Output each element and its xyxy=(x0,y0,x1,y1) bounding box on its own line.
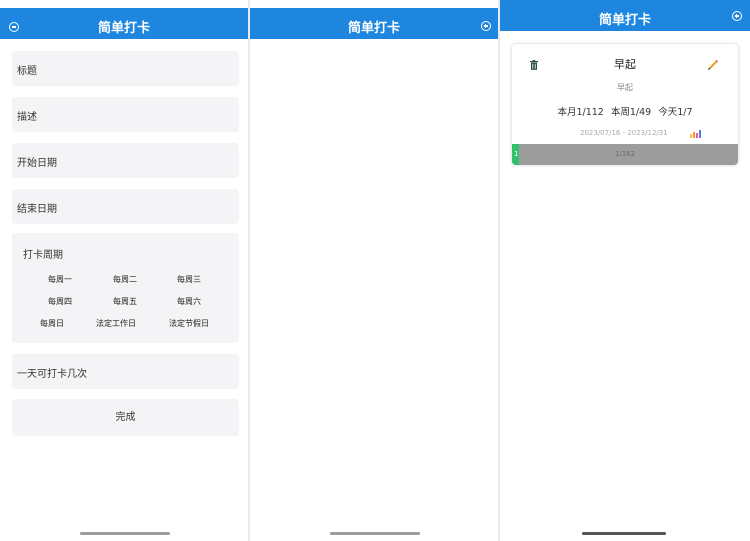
app-title: 简单打卡 xyxy=(347,21,400,36)
home-indicator xyxy=(330,532,420,535)
top-app-bar: 简单打卡 xyxy=(0,8,248,39)
habit-description: 早起 xyxy=(617,83,633,92)
habit-card[interactable]: 早起 早起 本月1/112 本周1/49 今天1/7 2023/07/16 - … xyxy=(512,44,738,165)
description-field[interactable]: 描述 xyxy=(12,97,239,132)
period-selector: 打卡周期 每周一 每周二 每周三 每周四 每周五 每周六 每周日 法定工作日 法… xyxy=(12,233,239,343)
habit-title: 早起 xyxy=(614,58,636,71)
plus-circle-icon[interactable] xyxy=(481,21,491,31)
end-date-field[interactable]: 结束日期 xyxy=(12,189,239,224)
top-app-bar: 简单打卡 xyxy=(500,0,750,31)
period-option-thu[interactable]: 每周四 xyxy=(48,296,72,307)
screen-empty-list: 简单打卡 xyxy=(250,0,498,541)
plus-circle-icon[interactable] xyxy=(732,11,742,21)
screen-create-form: 简单打卡 标题 描述 开始日期 结束日期 打卡周期 每周一 每周二 每周三 每周… xyxy=(0,0,248,541)
period-option-sat[interactable]: 每周六 xyxy=(177,296,201,307)
done-button-label: 完成 xyxy=(115,412,136,423)
top-app-bar: 简单打卡 xyxy=(250,8,498,39)
app-title: 简单打卡 xyxy=(598,13,651,28)
period-option-holiday[interactable]: 法定节假日 xyxy=(169,318,209,329)
screen-habit-list: 简单打卡 早起 早起 本月1/112 本周1/49 今天1/7 2023/07/… xyxy=(500,0,750,541)
pencil-icon[interactable] xyxy=(707,59,719,71)
home-indicator xyxy=(582,532,666,535)
period-option-wed[interactable]: 每周三 xyxy=(177,274,201,285)
period-option-sun[interactable]: 每周日 xyxy=(40,318,64,329)
start-date-field-label: 开始日期 xyxy=(17,158,57,169)
period-option-tue[interactable]: 每周二 xyxy=(113,274,137,285)
minus-circle-icon[interactable] xyxy=(9,22,19,32)
home-indicator xyxy=(80,532,170,535)
week-count: 本周1/49 xyxy=(610,107,652,118)
progress-text: 1/162 xyxy=(614,150,636,158)
habit-date-range: 2023/07/16 - 2023/12/31 xyxy=(580,129,668,137)
period-option-mon[interactable]: 每周一 xyxy=(48,274,72,285)
title-field-label: 标题 xyxy=(17,66,37,77)
end-date-field-label: 结束日期 xyxy=(17,204,57,215)
times-per-day-field-label: 一天可打卡几次 xyxy=(17,369,87,380)
start-date-field[interactable]: 开始日期 xyxy=(12,143,239,178)
period-option-workday[interactable]: 法定工作日 xyxy=(96,318,136,329)
description-field-label: 描述 xyxy=(17,112,37,123)
app-title: 简单打卡 xyxy=(97,21,150,36)
habit-progress-bar: 1 1/162 xyxy=(512,144,738,165)
bar-chart-icon[interactable] xyxy=(690,129,702,138)
month-count: 本月1/112 xyxy=(557,107,604,118)
times-per-day-field[interactable]: 一天可打卡几次 xyxy=(12,354,239,389)
period-option-fri[interactable]: 每周五 xyxy=(113,296,137,307)
habit-stats: 本月1/112 本周1/49 今天1/7 xyxy=(512,104,738,118)
done-button[interactable]: 完成 xyxy=(12,399,239,436)
title-field[interactable]: 标题 xyxy=(12,51,239,86)
today-count: 今天1/7 xyxy=(658,107,693,118)
period-label: 打卡周期 xyxy=(23,250,63,261)
